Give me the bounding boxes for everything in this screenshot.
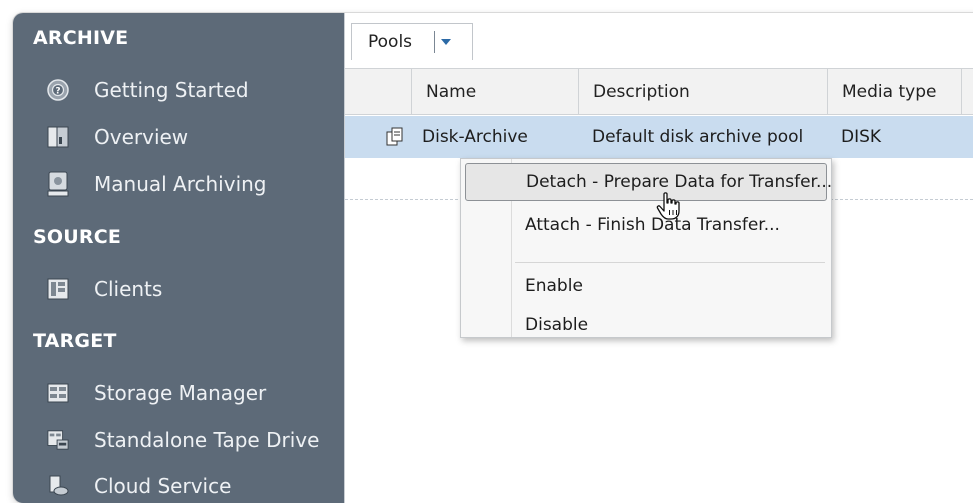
- pool-icon: [386, 127, 403, 146]
- manual-archiving-icon: [47, 171, 69, 197]
- menu-item-label: Detach - Prepare Data for Transfer...: [526, 172, 833, 192]
- tape-drive-icon: [47, 428, 69, 452]
- tab-bar: Pools: [345, 13, 973, 68]
- cell-name: Disk-Archive: [422, 127, 528, 147]
- column-header-more[interactable]: [961, 69, 973, 114]
- sidebar-item-label: Manual Archiving: [94, 172, 267, 196]
- sidebar-section-source: SOURCE: [33, 226, 122, 248]
- context-menu: Detach - Prepare Data for Transfer... At…: [460, 158, 832, 338]
- dropdown-arrow-icon[interactable]: [441, 39, 452, 45]
- sidebar-item-cloud-service[interactable]: Cloud Service: [47, 467, 231, 503]
- sidebar-item-storage-manager[interactable]: Storage Manager: [47, 374, 266, 412]
- sidebar-item-label: Cloud Service: [94, 474, 232, 498]
- hand-pointer-icon: [656, 192, 680, 220]
- table-row[interactable]: Disk-Archive Default disk archive pool D…: [345, 116, 973, 158]
- column-header-media-type[interactable]: Media type: [827, 69, 961, 114]
- tab-pools[interactable]: Pools: [351, 23, 473, 60]
- menu-item-enable[interactable]: Enable: [465, 267, 827, 305]
- svg-text:?: ?: [55, 87, 60, 97]
- menu-item-disable[interactable]: Disable: [465, 306, 827, 344]
- cell-media-type: DISK: [841, 127, 882, 147]
- sidebar-item-manual-archiving[interactable]: Manual Archiving: [47, 165, 267, 203]
- sidebar-item-clients[interactable]: Clients: [47, 270, 162, 308]
- menu-item-label: Disable: [525, 315, 589, 335]
- sidebar-item-overview[interactable]: Overview: [47, 118, 188, 156]
- sidebar-section-archive: ARCHIVE: [33, 27, 129, 49]
- menu-item-label: Enable: [525, 276, 583, 296]
- tab-divider: [434, 31, 436, 53]
- table-header: Name Description Media type: [345, 68, 973, 115]
- column-header-description[interactable]: Description: [578, 69, 827, 114]
- cell-description: Default disk archive pool: [592, 127, 804, 147]
- menu-separator: [515, 262, 825, 263]
- sidebar-item-getting-started[interactable]: ? Getting Started: [47, 71, 249, 109]
- tab-label: Pools: [368, 32, 413, 52]
- sidebar-item-label: Storage Manager: [94, 381, 267, 405]
- overview-book-icon: [47, 125, 69, 149]
- storage-manager-icon: [47, 381, 69, 405]
- sidebar-item-label: Overview: [94, 125, 189, 149]
- row-marker-header: [345, 69, 411, 114]
- help-wheel-icon: ?: [47, 78, 69, 102]
- sidebar-item-label: Clients: [94, 277, 163, 301]
- menu-item-attach[interactable]: Attach - Finish Data Transfer...: [465, 206, 827, 244]
- cloud-service-icon: [47, 474, 69, 498]
- sidebar-item-standalone-tape-drive[interactable]: Standalone Tape Drive: [47, 421, 319, 459]
- menu-item-detach[interactable]: Detach - Prepare Data for Transfer...: [465, 163, 832, 201]
- sidebar-section-target: TARGET: [33, 330, 117, 352]
- menu-item-label: Attach - Finish Data Transfer...: [525, 215, 780, 235]
- sidebar: ARCHIVE ? Getting Started Overview Manua…: [13, 13, 344, 503]
- sidebar-item-label: Standalone Tape Drive: [94, 428, 320, 452]
- column-header-name[interactable]: Name: [411, 69, 578, 114]
- sidebar-item-label: Getting Started: [94, 78, 249, 102]
- app-window: ARCHIVE ? Getting Started Overview Manua…: [13, 13, 973, 503]
- clients-icon: [47, 277, 69, 301]
